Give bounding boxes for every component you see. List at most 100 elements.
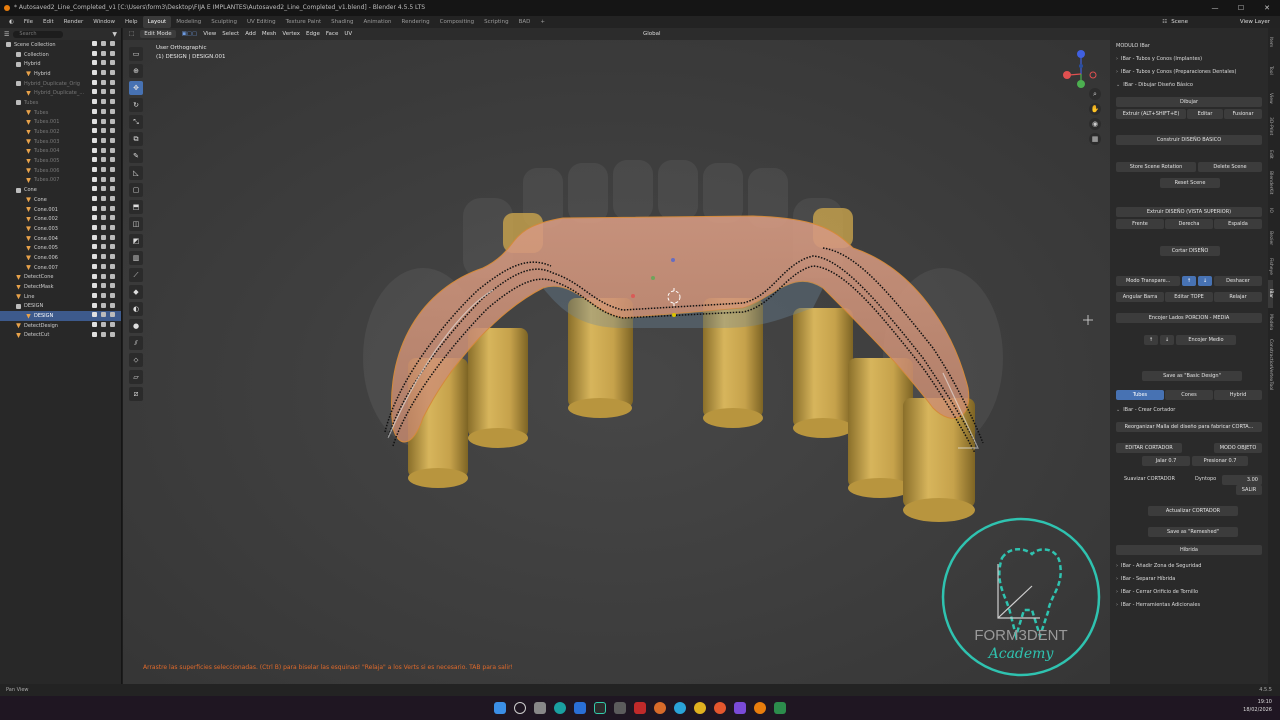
- dibujar-button[interactable]: Dibujar: [1116, 97, 1262, 107]
- mode-selector[interactable]: Edit Mode: [140, 30, 176, 38]
- outliner-row[interactable]: Cone.006: [0, 253, 121, 263]
- encojer-medio-button[interactable]: Encojer Medio: [1176, 335, 1236, 345]
- eye-icon[interactable]: [101, 186, 106, 192]
- tab-shading[interactable]: Shading: [326, 16, 358, 28]
- 3d-viewport[interactable]: ⬚ Edit Mode ▣▢▢ View Select Add Mesh Ver…: [123, 28, 1110, 684]
- tab-texture-paint[interactable]: Texture Paint: [281, 16, 327, 28]
- relajar-button[interactable]: Relajar: [1214, 292, 1262, 302]
- eye-icon[interactable]: [101, 312, 106, 318]
- eye-icon[interactable]: [101, 292, 106, 298]
- checkbox-icon[interactable]: [92, 79, 97, 85]
- camera-icon[interactable]: [110, 70, 115, 76]
- system-clock[interactable]: 19:10 18/02/2026: [1243, 698, 1272, 714]
- section-zona-seguridad[interactable]: IBar - Añadir Zona de Seguridad: [1116, 562, 1262, 571]
- add-cube-tool-icon[interactable]: ▢: [129, 183, 143, 197]
- select-mode-icons[interactable]: ▣▢▢: [182, 31, 198, 37]
- store-rotation-button[interactable]: Store Scene Rotation: [1116, 162, 1196, 172]
- measure-tool-icon[interactable]: ◺: [129, 166, 143, 180]
- camera-icon[interactable]: [110, 273, 115, 279]
- eye-icon[interactable]: [101, 331, 106, 337]
- camera-icon[interactable]: [110, 60, 115, 66]
- outliner-row[interactable]: Cone.003: [0, 224, 121, 234]
- eye-icon[interactable]: [101, 225, 106, 231]
- inset-tool-icon[interactable]: ◫: [129, 217, 143, 231]
- tab-bad[interactable]: BAD: [514, 16, 536, 28]
- eye-icon[interactable]: [101, 196, 106, 201]
- cursor-tool-icon[interactable]: ⊕: [129, 64, 143, 78]
- n-panel-tab[interactable]: View: [1268, 84, 1273, 112]
- outliner-row[interactable]: Tubes: [0, 98, 121, 108]
- eye-icon[interactable]: [101, 166, 106, 172]
- outliner-editor-icon[interactable]: ☰: [4, 31, 9, 38]
- terminal-icon[interactable]: [594, 702, 606, 714]
- checkbox-icon[interactable]: [92, 312, 97, 318]
- checkbox-icon[interactable]: [92, 89, 97, 95]
- editor-type-icon[interactable]: ⬚: [129, 31, 134, 37]
- shear-tool-icon[interactable]: ▱: [129, 370, 143, 384]
- tab-compositing[interactable]: Compositing: [435, 16, 479, 28]
- outliner-row[interactable]: Cone.002: [0, 214, 121, 224]
- n-panel-tab[interactable]: Fisheye: [1268, 252, 1273, 280]
- bevel-tool-icon[interactable]: ◩: [129, 234, 143, 248]
- blender-taskbar-icon[interactable]: [754, 702, 766, 714]
- tab-uv-editing[interactable]: UV Editing: [242, 16, 281, 28]
- photos-icon[interactable]: [614, 702, 626, 714]
- espalda-button[interactable]: Espalda: [1214, 219, 1262, 229]
- camera-icon[interactable]: [110, 302, 115, 308]
- outliner-row[interactable]: Tubes.005: [0, 156, 121, 166]
- camera-icon[interactable]: [110, 128, 115, 134]
- scale-tool-icon[interactable]: ⤡: [129, 115, 143, 129]
- checkbox-icon[interactable]: [92, 225, 97, 231]
- grid-icon[interactable]: ▦: [1089, 133, 1101, 145]
- eye-icon[interactable]: [101, 263, 106, 269]
- section-tubos-preparaciones[interactable]: IBar - Tubos y Conos (Preparaciones Dent…: [1116, 68, 1262, 77]
- camera-icon[interactable]: [110, 176, 115, 182]
- section-cerrar-orificio[interactable]: IBar - Cerrar Orificio de Tornillo: [1116, 588, 1262, 597]
- camera-icon[interactable]: [110, 50, 115, 56]
- annotate-tool-icon[interactable]: ✎: [129, 149, 143, 163]
- chrome-icon[interactable]: [694, 702, 706, 714]
- task-view-icon[interactable]: [534, 702, 546, 714]
- checkbox-icon[interactable]: [92, 50, 97, 56]
- eye-icon[interactable]: [101, 254, 106, 260]
- checkbox-icon[interactable]: [92, 176, 97, 182]
- edge-slide-tool-icon[interactable]: ⫽: [129, 336, 143, 350]
- move-tool-icon[interactable]: ✥: [129, 81, 143, 95]
- hybrid-tab[interactable]: Hybrid: [1214, 390, 1262, 400]
- outliner-search-input[interactable]: Search: [13, 30, 64, 38]
- editar-button[interactable]: Editar: [1187, 109, 1223, 119]
- eye-icon[interactable]: [101, 70, 106, 76]
- camera-icon[interactable]: [110, 283, 115, 289]
- zoom-icon[interactable]: ⌕: [1089, 88, 1101, 100]
- section-dibujar[interactable]: IBar - Dibujar Diseño Básico: [1116, 81, 1262, 90]
- reset-scene-button[interactable]: Reset Scene: [1160, 178, 1220, 188]
- arrow-up-small-icon[interactable]: ↑: [1144, 335, 1158, 345]
- checkbox-icon[interactable]: [92, 137, 97, 143]
- camera-icon[interactable]: [110, 79, 115, 85]
- checkbox-icon[interactable]: [92, 108, 97, 114]
- camera-icon[interactable]: ◉: [1089, 118, 1101, 130]
- eye-icon[interactable]: [101, 118, 106, 124]
- transform-orientation[interactable]: Global: [643, 31, 661, 37]
- poly-build-tool-icon[interactable]: ◆: [129, 285, 143, 299]
- camera-icon[interactable]: [110, 331, 115, 337]
- checkbox-icon[interactable]: [92, 321, 97, 327]
- section-herramientas[interactable]: IBar - Herramientas Adicionales: [1116, 601, 1262, 610]
- close-button[interactable]: ✕: [1254, 0, 1280, 16]
- app2-icon[interactable]: [774, 702, 786, 714]
- eye-icon[interactable]: [101, 41, 106, 46]
- arrow-up-icon[interactable]: ↑: [1182, 276, 1196, 286]
- outliner-row[interactable]: Hybrid_Duplicate_...: [0, 88, 121, 98]
- modo-objeto-button[interactable]: MODO OBJETO: [1214, 443, 1262, 453]
- checkbox-icon[interactable]: [92, 331, 97, 337]
- checkbox-icon[interactable]: [92, 118, 97, 124]
- outliner-row[interactable]: Tubes.001: [0, 118, 121, 128]
- checkbox-icon[interactable]: [92, 215, 97, 221]
- n-panel-tab[interactable]: Modelo: [1268, 308, 1273, 336]
- checkbox-icon[interactable]: [92, 41, 97, 46]
- camera-icon[interactable]: [110, 196, 115, 201]
- camera-icon[interactable]: [110, 312, 115, 318]
- camera-icon[interactable]: [110, 118, 115, 124]
- outliner-row[interactable]: Cone.004: [0, 234, 121, 244]
- arrow-down-small-icon[interactable]: ↓: [1160, 335, 1174, 345]
